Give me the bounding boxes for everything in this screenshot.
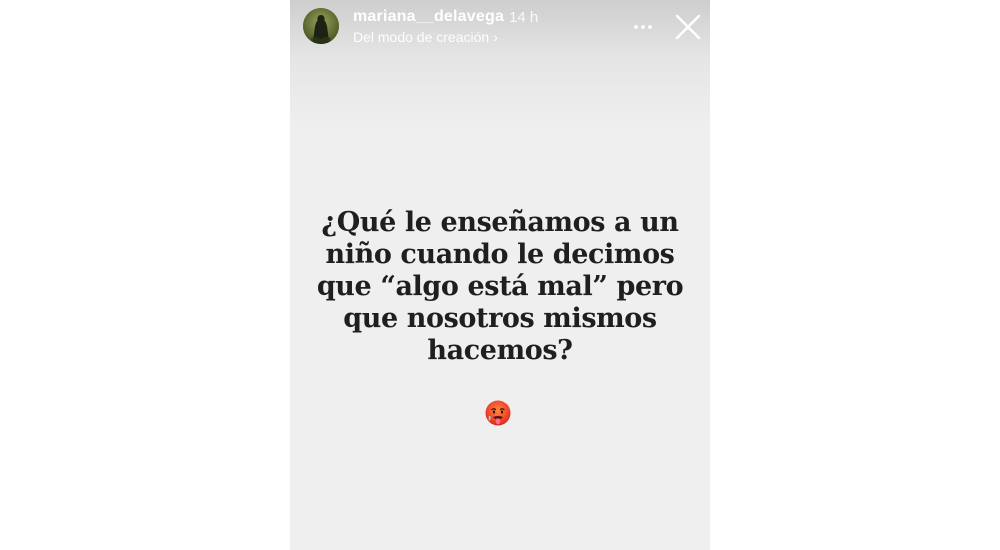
story-question-text: ¿Qué le enseñamos a un niño cuando le de… bbox=[310, 207, 690, 367]
close-icon bbox=[675, 14, 701, 40]
question-line: que “algo está mal” pero bbox=[316, 271, 684, 302]
close-button[interactable] bbox=[674, 13, 702, 41]
hot-face-icon bbox=[485, 400, 511, 426]
avatar[interactable] bbox=[303, 8, 339, 44]
more-options-button[interactable] bbox=[630, 14, 656, 40]
question-line: hacemos? bbox=[427, 335, 573, 366]
username[interactable]: mariana__delavega bbox=[353, 8, 504, 26]
question-line: que nosotros mismos bbox=[343, 303, 657, 334]
creation-mode-label: Del modo de creación bbox=[353, 29, 490, 45]
story-header: mariana__delavega 14 h Del modo de creac… bbox=[290, 0, 710, 56]
creation-mode-link[interactable]: Del modo de creación › bbox=[353, 29, 498, 45]
viewport: mariana__delavega 14 h Del modo de creac… bbox=[0, 0, 1000, 550]
avatar-image bbox=[303, 8, 339, 44]
more-horizontal-icon bbox=[634, 25, 652, 29]
hot-face-emoji bbox=[484, 399, 512, 427]
story-timestamp: 14 h bbox=[509, 9, 539, 26]
story-viewer[interactable]: mariana__delavega 14 h Del modo de creac… bbox=[290, 0, 710, 550]
chevron-right-icon: › bbox=[493, 29, 498, 45]
question-line: niño cuando le decimos bbox=[325, 239, 675, 270]
question-line: ¿Qué le enseñamos a un bbox=[321, 207, 679, 238]
